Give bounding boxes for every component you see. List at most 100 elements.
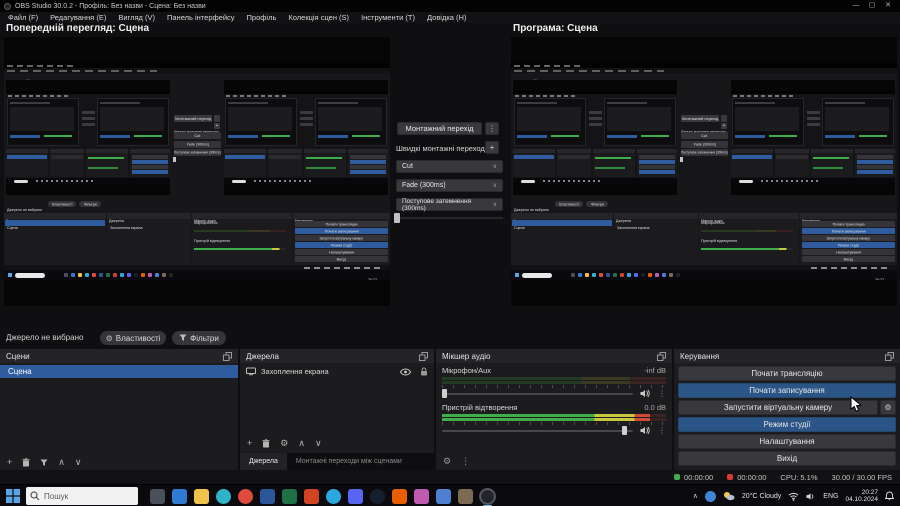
close-icon[interactable]: ✕ — [880, 0, 896, 12]
add-quick-transition-button[interactable]: + — [485, 141, 499, 154]
scenes-dock-header[interactable]: Сцени — [0, 349, 238, 363]
tab-scene-transitions[interactable]: Монтажні переходи між сценами — [287, 453, 411, 470]
menu-edit[interactable]: Редагування (E) — [44, 13, 112, 22]
filter-icon — [179, 334, 187, 341]
mixer-settings-gear-icon[interactable]: ⚙ — [443, 456, 451, 467]
search-input[interactable] — [44, 487, 134, 505]
edge-icon[interactable] — [216, 488, 231, 504]
program-video[interactable]: Попередній перегляд: Сцена Програма: Сце… — [511, 63, 897, 280]
add-scene-button[interactable]: + — [7, 458, 12, 467]
chrome-icon[interactable] — [238, 488, 253, 504]
t-bar-track[interactable] — [396, 217, 503, 219]
obs-studio-icon[interactable] — [480, 488, 495, 506]
clock[interactable]: 20:27 04.10.2024 — [845, 489, 878, 504]
minimize-icon[interactable]: — — [848, 0, 864, 12]
wifi-icon[interactable] — [788, 492, 799, 501]
preview-pane[interactable]: Попередній перегляд: Сцена Програма: Сце… — [4, 37, 390, 306]
popout-dock-icon[interactable] — [657, 351, 666, 361]
mini-clock: 20:27 — [875, 272, 895, 280]
transition-kebab-icon[interactable]: ⋮ — [485, 122, 499, 135]
move-source-down-button[interactable]: ∨ — [315, 439, 322, 448]
mixer-kebab-icon[interactable]: ⋮ — [461, 456, 470, 467]
exit-button[interactable]: Вихід — [678, 451, 896, 466]
gimp-icon[interactable] — [458, 488, 473, 504]
preview-video[interactable]: Попередній перегляд: Сцена Програма: Сце… — [4, 63, 390, 280]
menu-help[interactable]: Довідка (H) — [421, 13, 472, 22]
menu-profile[interactable]: Профіль — [241, 13, 283, 22]
word-icon[interactable] — [260, 488, 275, 504]
paint-icon[interactable] — [414, 488, 429, 504]
source-list-item[interactable]: Захоплення екрана — [240, 365, 434, 378]
maximize-icon[interactable]: ▢ — [864, 0, 880, 12]
program-pane[interactable]: Попередній перегляд: Сцена Програма: Сце… — [511, 37, 897, 306]
discord-icon[interactable] — [348, 488, 363, 504]
weather-text[interactable]: 20°C Cloudy — [742, 493, 781, 500]
menu-scene-collection[interactable]: Колекція сцен (S) — [282, 13, 355, 22]
tray-app-icon[interactable] — [704, 490, 716, 502]
settings-button[interactable]: Налаштування — [678, 434, 896, 449]
steam-icon[interactable] — [370, 488, 385, 504]
powerpoint-icon[interactable] — [304, 488, 319, 504]
scene-list-item[interactable]: Сцена — [0, 365, 238, 378]
eye-visible-icon[interactable] — [400, 367, 411, 376]
start-virtual-camera-button[interactable]: Запустити віртуальну камеру — [678, 400, 878, 415]
remove-source-button[interactable] — [262, 439, 270, 448]
menu-view[interactable]: Вигляд (V) — [112, 13, 161, 22]
db-scale — [442, 385, 666, 388]
task-view-icon[interactable] — [150, 488, 165, 504]
start-streaming-button[interactable]: Почати трансляцію — [678, 366, 896, 381]
move-scene-up-button[interactable]: ∧ — [58, 458, 65, 467]
mini-plus-icon: + — [214, 123, 220, 129]
tab-sources[interactable]: Джерела — [240, 453, 287, 470]
quick-transition-cut[interactable]: Cut ∨ — [396, 160, 503, 173]
widgets-icon[interactable] — [172, 488, 187, 504]
speaker-icon[interactable] — [640, 426, 651, 435]
popout-dock-icon[interactable] — [223, 351, 232, 361]
notifications-bell-icon[interactable] — [885, 491, 894, 501]
start-recording-button[interactable]: Почати записування — [678, 383, 896, 398]
file-explorer-icon[interactable] — [194, 488, 209, 504]
move-source-up-button[interactable]: ∧ — [298, 439, 305, 448]
telegram-icon[interactable] — [326, 488, 341, 504]
filters-button[interactable]: Фільтри — [172, 331, 226, 345]
popout-dock-icon[interactable] — [419, 351, 428, 361]
volume-icon[interactable] — [806, 492, 816, 501]
mini-taskbar: 20:27 — [511, 270, 897, 280]
quick-transition-fade[interactable]: Fade (300ms) ∨ — [396, 179, 503, 192]
mini-nested-mixer-dock — [304, 149, 346, 177]
language-indicator[interactable]: ENG — [823, 493, 838, 500]
remove-scene-button[interactable] — [22, 458, 30, 467]
source-properties-button[interactable]: ⚙ — [280, 439, 288, 448]
menu-tools[interactable]: Інструменти (T) — [355, 13, 421, 22]
mixer-dock-header[interactable]: Мікшер аудіо — [436, 349, 672, 363]
tray-expand-icon[interactable]: ∧ — [693, 492, 698, 500]
taskbar-search[interactable] — [26, 487, 138, 505]
excel-icon[interactable] — [282, 488, 297, 504]
popout-dock-icon[interactable] — [885, 351, 894, 361]
start-button[interactable] — [6, 489, 20, 503]
menu-file[interactable]: Файл (F) — [2, 13, 44, 22]
studio-mode-button[interactable]: Режим студії — [678, 417, 896, 432]
menu-docks[interactable]: Панель інтерфейсу — [161, 13, 241, 22]
move-scene-down-button[interactable]: ∨ — [75, 458, 82, 467]
speaker-icon[interactable] — [640, 389, 651, 398]
volume-slider[interactable] — [442, 426, 633, 435]
transition-button[interactable]: Монтажний перехід — [397, 122, 482, 135]
scene-filters-button[interactable] — [40, 459, 48, 467]
lock-icon[interactable] — [420, 367, 428, 376]
sources-dock-header[interactable]: Джерела — [240, 349, 434, 363]
volume-slider[interactable] — [442, 389, 633, 398]
properties-button[interactable]: ⚙ Властивості — [100, 331, 166, 345]
add-source-button[interactable]: + — [247, 439, 252, 448]
photos-icon[interactable] — [436, 488, 451, 504]
mini-nested-screen — [6, 91, 170, 184]
channel-kebab-icon[interactable]: ⋮ — [658, 426, 666, 435]
cpu-usage: CPU: 5.1% — [780, 472, 818, 482]
virtual-camera-settings-gear-icon[interactable]: ⚙ — [880, 400, 896, 415]
mini-transition-cut: Cut — [174, 132, 221, 139]
controls-dock-header[interactable]: Керування — [674, 349, 900, 363]
vlc-icon[interactable] — [392, 488, 407, 504]
channel-kebab-icon[interactable]: ⋮ — [658, 389, 666, 398]
t-bar-handle[interactable] — [394, 213, 400, 223]
quick-transition-fade-to-black[interactable]: Поступове затемнення (300ms) ∨ — [396, 198, 503, 212]
